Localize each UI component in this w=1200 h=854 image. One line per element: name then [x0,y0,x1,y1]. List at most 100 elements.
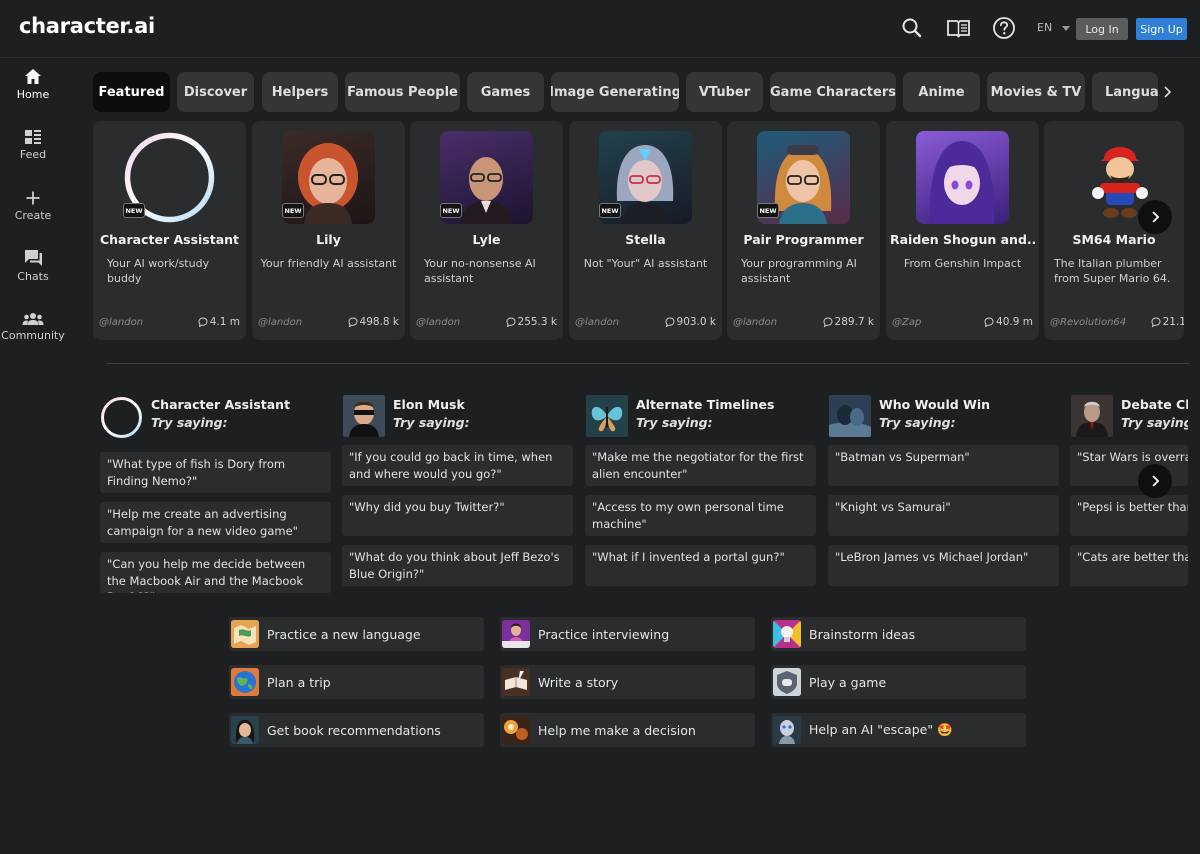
count-value: 289.7 k [834,316,874,328]
new-badge: NEW [599,203,621,218]
character-author[interactable]: @landon [575,317,619,328]
prompt-suggestion[interactable]: "Knight vs Samurai" [828,495,1059,536]
prompt-suggestion[interactable]: "Access to my own personal time machine" [585,495,816,536]
tab-image-generating[interactable]: Image Generating [551,72,679,112]
interaction-count: 289.7 k [823,316,874,328]
suggestion-make-decision[interactable]: Help me make a decision [500,713,755,747]
login-button[interactable]: Log In [1076,18,1128,40]
character-name[interactable]: Debate Ch [1121,397,1188,412]
lightbulb-icon [773,620,801,648]
tab-featured[interactable]: Featured [93,72,170,112]
suggestion-plan-trip[interactable]: Plan a trip [229,665,484,699]
tab-game-characters[interactable]: Game Characters [770,72,896,112]
character-card[interactable]: NEW Pair Programmer Your programming AI … [727,121,880,340]
prompt-suggestion[interactable]: "Cats are better thar [1070,545,1188,586]
tab-anime[interactable]: Anime [903,72,980,112]
decision-icon [502,716,530,744]
avatar[interactable] [100,396,143,439]
logo[interactable]: character.ai [19,14,155,38]
book-icon[interactable] [946,16,970,40]
tab-games[interactable]: Games [467,72,544,112]
character-name[interactable]: Alternate Timelines [636,397,774,412]
suggestion-label: Brainstorm ideas [809,626,916,642]
character-card[interactable]: NEW Stella Not "Your" AI assistant @land… [569,121,722,340]
prompt-suggestion[interactable]: "Make me the negotiator for the first al… [585,445,816,486]
tab-language[interactable]: Language [1092,72,1158,112]
suggestion-label: Help me make a decision [538,722,696,738]
prompt-suggestion[interactable]: "If you could go back in time, when and … [342,445,573,486]
character-name: SM64 Mario [1072,232,1156,247]
prompt-suggestion[interactable]: "What type of fish is Dory from Finding … [100,452,331,493]
interaction-count: 498.8 k [348,316,399,328]
tab-famous-people[interactable]: Famous People [345,72,460,112]
character-card[interactable]: NEW Character Assistant Your AI work/stu… [93,121,246,340]
suggestion-practice-interviewing[interactable]: Practice interviewing [500,617,755,651]
character-author[interactable]: @Revolution64 [1050,317,1126,328]
character-description: Your no-nonsense AI assistant [424,257,536,285]
sidebar-item-chats[interactable]: Chats [0,249,66,283]
suggestion-brainstorm[interactable]: Brainstorm ideas [771,617,1026,651]
avatar[interactable] [1071,395,1113,437]
tab-helpers[interactable]: Helpers [262,72,338,112]
prompt-suggestion[interactable]: "Pepsi is better than [1070,495,1188,536]
sidebar-item-home[interactable]: Home [0,68,66,101]
character-card[interactable]: NEW Lyle Your no-nonsense AI assistant @… [410,121,563,340]
character-name[interactable]: Elon Musk [393,397,465,412]
character-name: Raiden Shogun and... [890,232,1035,247]
cards-next-button[interactable] [1138,200,1172,234]
prompt-suggestion[interactable]: "Why did you buy Twitter?" [342,495,573,536]
avatar[interactable] [343,395,385,437]
character-card[interactable]: Raiden Shogun and... From Genshin Impact… [886,121,1039,340]
prompt-suggestion[interactable]: "What if I invented a portal gun?" [585,545,816,586]
character-card[interactable]: NEW Lily Your friendly AI assistant @lan… [252,121,405,340]
tab-movies-tv[interactable]: Movies & TV [987,72,1085,112]
chat-bubble-icon [665,317,675,327]
character-description: Your AI work/study buddy [107,257,210,285]
suggestion-play-game[interactable]: Play a game [771,665,1026,699]
prompt-suggestion[interactable]: "Batman vs Superman" [828,445,1059,486]
reader-icon [231,716,259,744]
character-author[interactable]: @landon [99,317,143,328]
tab-discover[interactable]: Discover [177,72,254,112]
sidebar-item-feed[interactable]: Feed [0,129,66,161]
chat-bubble-icon [198,317,208,327]
help-icon[interactable] [992,16,1016,40]
count-value: 40.9 m [996,316,1033,328]
suggestion-practice-language[interactable]: Practice a new language [229,617,484,651]
suggestion-ai-escape[interactable]: Help an AI "escape" 🤩 [771,713,1026,747]
book-quill-icon [502,668,530,696]
language-selector[interactable]: EN [1037,21,1052,34]
character-description: Your friendly AI assistant [260,257,397,270]
prompt-suggestion[interactable]: "Help me create an advertising campaign … [100,502,331,543]
signup-button[interactable]: Sign Up [1136,18,1187,40]
avatar[interactable] [586,395,628,437]
sidebar-item-label: Feed [19,148,47,161]
suggestion-write-story[interactable]: Write a story [500,665,755,699]
character-name: Pair Programmer [743,232,864,247]
prompt-suggestion[interactable]: "Can you help me decide between the Macb… [100,552,331,593]
try-saying-next-button[interactable] [1138,464,1172,498]
try-saying-label: Try saying: [636,415,713,430]
prompt-suggestion[interactable]: "LeBron James vs Michael Jordan" [828,545,1059,586]
character-author[interactable]: @landon [733,317,777,328]
tab-vtuber[interactable]: VTuber [686,72,763,112]
home-icon [25,69,41,84]
chevron-down-icon[interactable] [1062,26,1070,31]
sidebar-item-create[interactable]: Create [0,190,66,222]
character-name[interactable]: Character Assistant [151,397,290,412]
character-name[interactable]: Who Would Win [879,397,990,412]
suggestion-book-recommendations[interactable]: Get book recommendations [229,713,484,747]
character-author[interactable]: @Zap [892,317,921,328]
chevron-right-icon[interactable] [1162,84,1172,103]
suggestion-label: Plan a trip [267,674,331,690]
count-value: 903.0 k [676,316,716,328]
sidebar-item-community[interactable]: Community [0,312,66,342]
interview-icon [502,620,530,648]
character-author[interactable]: @landon [416,317,460,328]
character-author[interactable]: @landon [258,317,302,328]
new-badge: NEW [440,203,462,218]
character-description: From Genshin Impact [903,257,1022,270]
prompt-suggestion[interactable]: "What do you think about Jeff Bezo's Blu… [342,545,573,586]
search-icon[interactable] [900,16,924,40]
avatar[interactable] [829,395,871,437]
